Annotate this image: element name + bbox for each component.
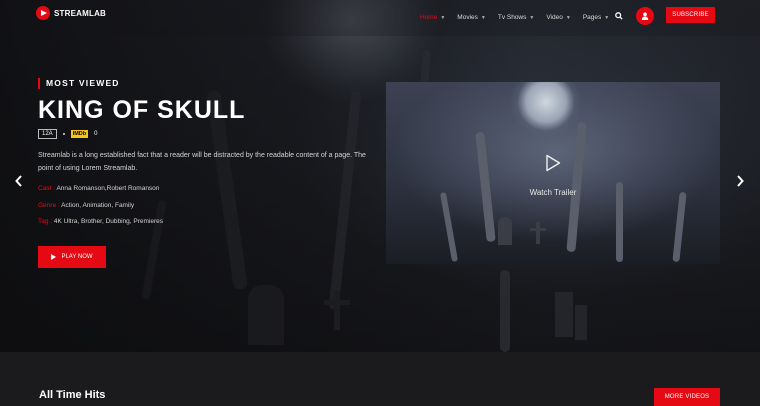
logo[interactable]: STREAMLAB [36,6,106,20]
chevron-down-icon: ▼ [565,14,571,21]
hero-eyebrow: MOST VIEWED [38,78,120,89]
play-now-label: PLAY NOW [61,254,93,260]
tag-label: Tag : [38,218,53,225]
cast-label: Cast : [38,185,55,192]
genre-value: Action, Animation, Family [61,202,135,209]
nav-item-tv-shows[interactable]: Tv Shows ▼ [498,14,535,21]
chevron-left-icon[interactable] [14,174,24,188]
skeleton-hand-decoration [475,131,496,243]
tombstone-decoration [575,305,587,340]
hero-meta: 12A IMDb 0 [38,129,97,139]
cross-decoration [530,228,546,231]
tag-line: Tag : 4K Ultra, Brother, Dubbing, Premie… [38,218,163,225]
age-rating-badge: 12A [38,129,57,139]
nav-item-label: Tv Shows [497,14,527,21]
play-logo-icon [36,6,50,20]
watch-trailer-label: Watch Trailer [529,188,577,197]
main-nav: Home ▼ Movies ▼ Tv Shows ▼ Video ▼ Pages… [420,14,609,21]
chevron-down-icon: ▼ [440,14,446,21]
site-header: STREAMLAB Home ▼ Movies ▼ Tv Shows ▼ Vid… [0,0,760,36]
cast-value: Anna Romanson,Robert Romanson [56,185,160,192]
skeleton-hand-decoration [439,192,459,262]
cast-line: Cast : Anna Romanson,Robert Romanson [38,185,159,192]
nav-item-label: Video [546,14,563,21]
search-icon[interactable] [615,12,623,20]
section-title: All Time Hits [39,389,106,401]
cross-decoration [334,290,340,330]
user-account-button[interactable] [636,7,654,25]
hero-title: KING OF SKULL [38,96,246,124]
chevron-down-icon: ▼ [529,14,535,21]
nav-item-video[interactable]: Video ▼ [546,14,570,21]
nav-item-label: Home [420,14,438,21]
imdb-badge: IMDb [70,130,89,138]
all-time-hits-section [0,352,760,406]
nav-item-label: Movies [457,14,478,21]
tombstone-decoration [498,217,512,245]
play-now-button[interactable]: PLAY NOW [38,246,106,268]
chevron-right-icon[interactable] [735,174,745,188]
skeleton-hand-decoration [141,200,167,300]
subscribe-button[interactable]: SUBSCRIBE [666,7,715,23]
play-icon [51,254,57,260]
logo-text: STREAMLAB [54,8,107,18]
chevron-down-icon: ▼ [480,14,486,21]
hero-description: Streamlab is a long established fact tha… [38,152,366,172]
user-icon [641,12,649,20]
nav-item-label: Pages [582,14,602,21]
skeleton-hand-decoration [566,121,587,253]
genre-label: Genre : [38,202,60,209]
skeleton-hand-decoration [328,90,362,310]
cross-decoration [324,300,350,305]
skeleton-hand-decoration [672,191,687,263]
skeleton-hand-decoration [500,270,510,352]
nav-item-home[interactable]: Home ▼ [420,14,445,21]
tombstone-decoration [555,292,573,337]
nav-item-movies[interactable]: Movies ▼ [457,14,486,21]
tombstone-decoration [248,285,284,345]
tag-value: 4K Ultra, Brother, Dubbing, Premieres [53,218,164,225]
chevron-down-icon: ▼ [604,14,610,21]
imdb-score: 0 [94,131,98,137]
cross-decoration [536,222,540,244]
nav-item-pages[interactable]: Pages ▼ [583,14,609,21]
play-icon[interactable] [545,154,561,172]
more-videos-button[interactable]: MORE VIDEOS [654,388,720,406]
trailer-panel[interactable]: Watch Trailer [386,82,720,264]
separator-dot [62,133,65,135]
genre-line: Genre : Action, Animation, Family [38,202,134,209]
